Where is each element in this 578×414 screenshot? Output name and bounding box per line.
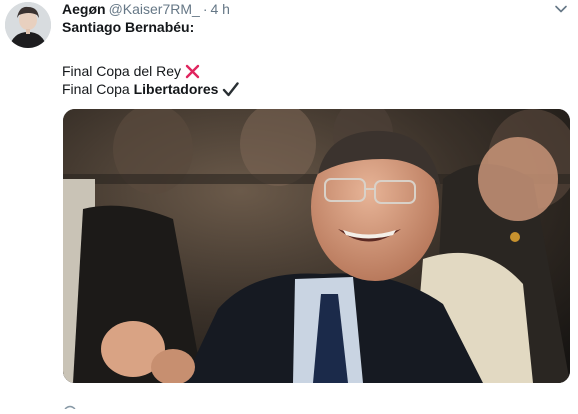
author-handle[interactable]: @Kaiser7RM_	[109, 1, 200, 17]
tweet-photo[interactable]	[63, 109, 570, 383]
author-name[interactable]: Aegøn	[62, 1, 106, 17]
tweet-text-line-1: Santiago Bernabéu:	[62, 19, 195, 35]
check-mark-icon	[222, 82, 240, 101]
line-3-bold: Libertadores	[133, 81, 219, 97]
line-3-prefix: Final Copa	[62, 81, 134, 97]
reply-icon[interactable]	[63, 396, 77, 410]
avatar[interactable]	[5, 2, 51, 48]
chevron-down-icon[interactable]	[554, 2, 568, 16]
separator-dot: ·	[202, 1, 208, 17]
tweet-text-line-3: Final Copa Libertadores	[62, 80, 240, 101]
tweet: Aegøn @Kaiser7RM_ · 4 h Santiago Bernabéu: …	[0, 0, 578, 410]
timestamp[interactable]: 4 h	[210, 1, 229, 17]
line-2-text: Final Copa del Rey	[62, 63, 182, 79]
tweet-header: Aegøn @Kaiser7RM_ · 4 h	[62, 0, 230, 18]
